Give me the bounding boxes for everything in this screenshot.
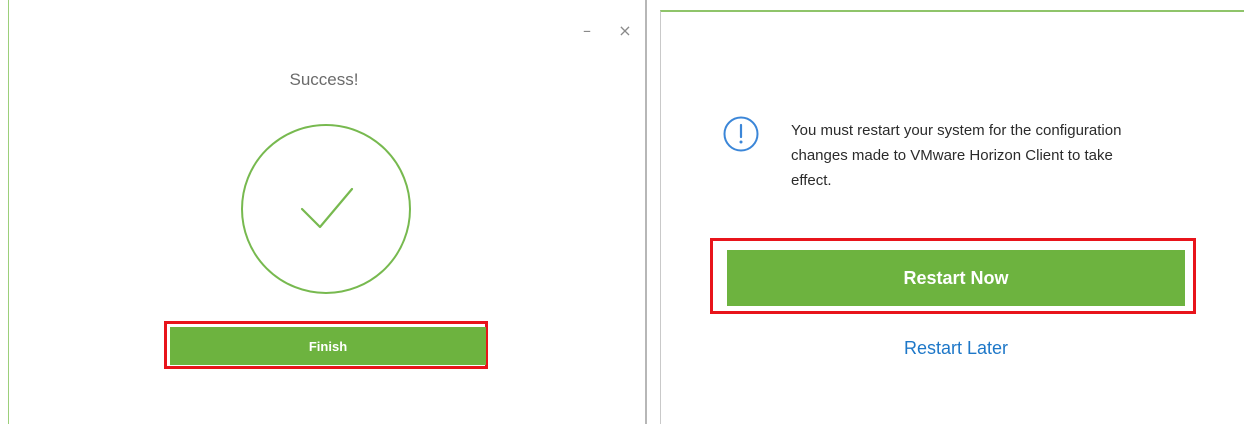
restart-dialog: You must restart your system for the con… — [660, 10, 1244, 424]
minimize-button[interactable]: – — [578, 22, 596, 40]
info-icon — [723, 116, 759, 152]
window-controls: – × — [578, 22, 634, 40]
close-button[interactable]: × — [616, 22, 634, 40]
divider — [648, 0, 660, 424]
window-edge — [645, 0, 647, 424]
finish-button[interactable]: Finish — [170, 327, 486, 365]
success-dialog: – × Success! Finish — [0, 0, 648, 424]
window-edge — [8, 0, 9, 424]
check-circle-icon — [241, 124, 411, 294]
restart-now-button[interactable]: Restart Now — [727, 250, 1185, 306]
restart-message: You must restart your system for the con… — [791, 122, 1122, 189]
screenshot-stage: – × Success! Finish You must restart you… — [0, 0, 1244, 424]
success-title: Success! — [289, 70, 359, 89]
restart-later-link[interactable]: Restart Later — [727, 338, 1185, 359]
